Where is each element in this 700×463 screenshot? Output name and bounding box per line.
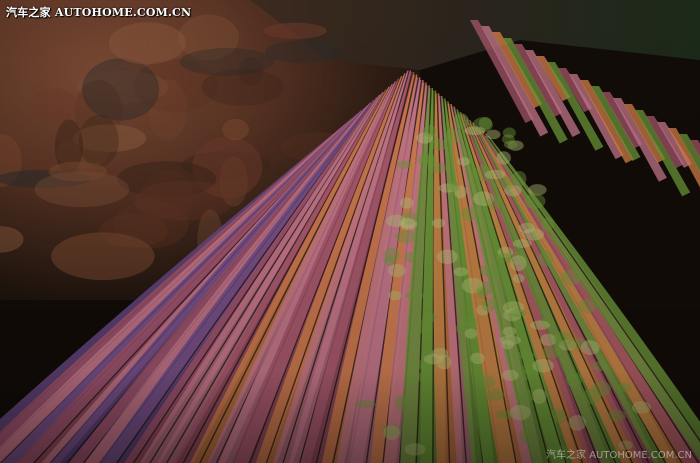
bottom-shade [0, 0, 700, 463]
watermark-bottom: 汽车之家 AUTOHOME.COM.CN [546, 450, 692, 461]
watermark-top: 汽车之家 AUTOHOME.COM.CN [6, 6, 192, 19]
cave-stalactite-image [0, 0, 700, 463]
cave-photo: 汽车之家 AUTOHOME.COM.CN 汽车之家 AUTOHOME.COM.C… [0, 0, 700, 463]
